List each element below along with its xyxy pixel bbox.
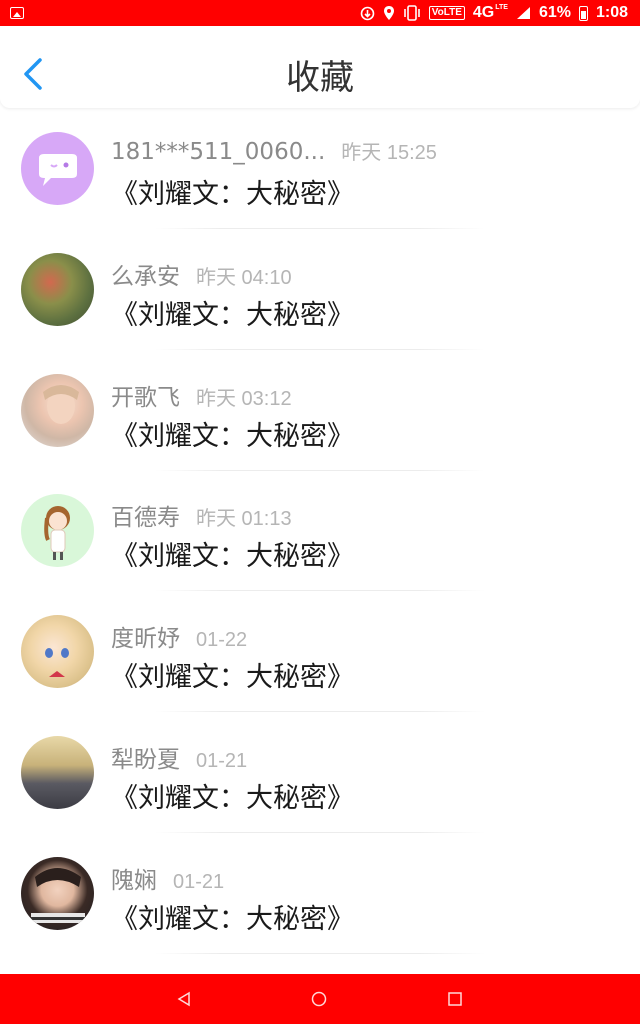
item-meta: 181***511_0060... 昨天 15:25 bbox=[111, 136, 437, 165]
network-type: 4G LTE bbox=[472, 4, 508, 21]
plant-photo-avatar[interactable] bbox=[21, 252, 94, 326]
cartoon-girl-avatar[interactable] bbox=[21, 494, 94, 568]
app-header: 收藏 bbox=[0, 26, 640, 108]
recents-square-icon[interactable] bbox=[447, 991, 463, 1007]
item-title[interactable]: 《刘耀文：大秘密》 bbox=[111, 534, 354, 573]
list-item[interactable]: 度昕妤 01-22 《刘耀文：大秘密》 bbox=[0, 591, 640, 713]
timestamp: 昨天 01:13 bbox=[196, 508, 292, 531]
volte-badge: VoLTE bbox=[428, 6, 465, 20]
list-item[interactable]: 犁盼夏 01-21 《刘耀文：大秘密》 bbox=[0, 712, 640, 833]
navigation-bar bbox=[0, 974, 640, 1024]
boy-photo-avatar[interactable] bbox=[21, 856, 94, 930]
item-meta: 度昕妤 01-22 bbox=[111, 619, 247, 653]
download-icon bbox=[360, 6, 375, 20]
divider bbox=[155, 952, 485, 954]
list-item[interactable]: 181***511_0060... 昨天 15:25 《刘耀文：大秘密》 bbox=[0, 108, 640, 229]
item-title[interactable]: 《刘耀文：大秘密》 bbox=[111, 293, 354, 332]
home-circle-icon[interactable] bbox=[311, 991, 327, 1007]
list-item[interactable]: 么承安 昨天 04:10 《刘耀文：大秘密》 bbox=[0, 229, 640, 350]
item-title[interactable]: 《刘耀文：大秘密》 bbox=[111, 414, 354, 453]
list-item[interactable]: 隗娴 01-21 《刘耀文：大秘密》 bbox=[0, 833, 640, 954]
list-item[interactable]: 百德寿 昨天 01:13 《刘耀文：大秘密》 bbox=[0, 470, 640, 592]
status-bar: VoLTE 4G LTE 61% 1:08 bbox=[0, 0, 640, 26]
username[interactable]: 犁盼夏 bbox=[111, 740, 180, 774]
vibrate-icon bbox=[403, 5, 420, 21]
vintage-photo-avatar[interactable] bbox=[21, 735, 94, 809]
item-meta: 么承安 昨天 04:10 bbox=[111, 257, 292, 291]
timestamp: 昨天 04:10 bbox=[196, 266, 292, 289]
item-meta: 隗娴 01-21 bbox=[111, 861, 224, 895]
anime-girl-avatar[interactable] bbox=[21, 615, 94, 689]
item-title[interactable]: 《刘耀文：大秘密》 bbox=[111, 172, 354, 211]
item-title[interactable]: 《刘耀文：大秘密》 bbox=[111, 655, 354, 694]
back-triangle-icon[interactable] bbox=[176, 991, 192, 1007]
timestamp: 01-22 bbox=[196, 629, 248, 652]
favorites-list: 181***511_0060... 昨天 15:25 《刘耀文：大秘密》 么承安… bbox=[0, 108, 640, 954]
battery-percent: 61% bbox=[538, 4, 571, 21]
username[interactable]: 么承安 bbox=[111, 257, 180, 291]
clock: 1:08 bbox=[595, 4, 628, 21]
timestamp: 01-21 bbox=[196, 749, 248, 772]
item-title[interactable]: 《刘耀文：大秘密》 bbox=[111, 776, 354, 815]
gallery-icon bbox=[10, 7, 24, 19]
portrait-photo-avatar[interactable] bbox=[21, 373, 94, 447]
username[interactable]: 度昕妤 bbox=[111, 619, 180, 653]
item-meta: 犁盼夏 01-21 bbox=[111, 740, 247, 774]
username[interactable]: 181***511_0060... bbox=[111, 139, 325, 165]
signal-icon bbox=[516, 7, 530, 19]
username[interactable]: 百德寿 bbox=[111, 498, 180, 532]
location-icon bbox=[383, 6, 394, 20]
timestamp: 昨天 03:12 bbox=[196, 387, 292, 410]
item-meta: 百德寿 昨天 01:13 bbox=[111, 498, 292, 532]
page-title: 收藏 bbox=[286, 58, 354, 98]
timestamp: 01-21 bbox=[173, 870, 225, 893]
username[interactable]: 隗娴 bbox=[111, 861, 157, 895]
timestamp: 昨天 15:25 bbox=[341, 142, 437, 164]
chat-bubble-avatar[interactable] bbox=[21, 132, 94, 205]
item-meta: 开歌飞 昨天 03:12 bbox=[111, 378, 292, 412]
list-item[interactable]: 开歌飞 昨天 03:12 《刘耀文：大秘密》 bbox=[0, 350, 640, 471]
battery-icon bbox=[578, 5, 588, 21]
username[interactable]: 开歌飞 bbox=[111, 378, 180, 412]
item-title[interactable]: 《刘耀文：大秘密》 bbox=[111, 897, 354, 936]
